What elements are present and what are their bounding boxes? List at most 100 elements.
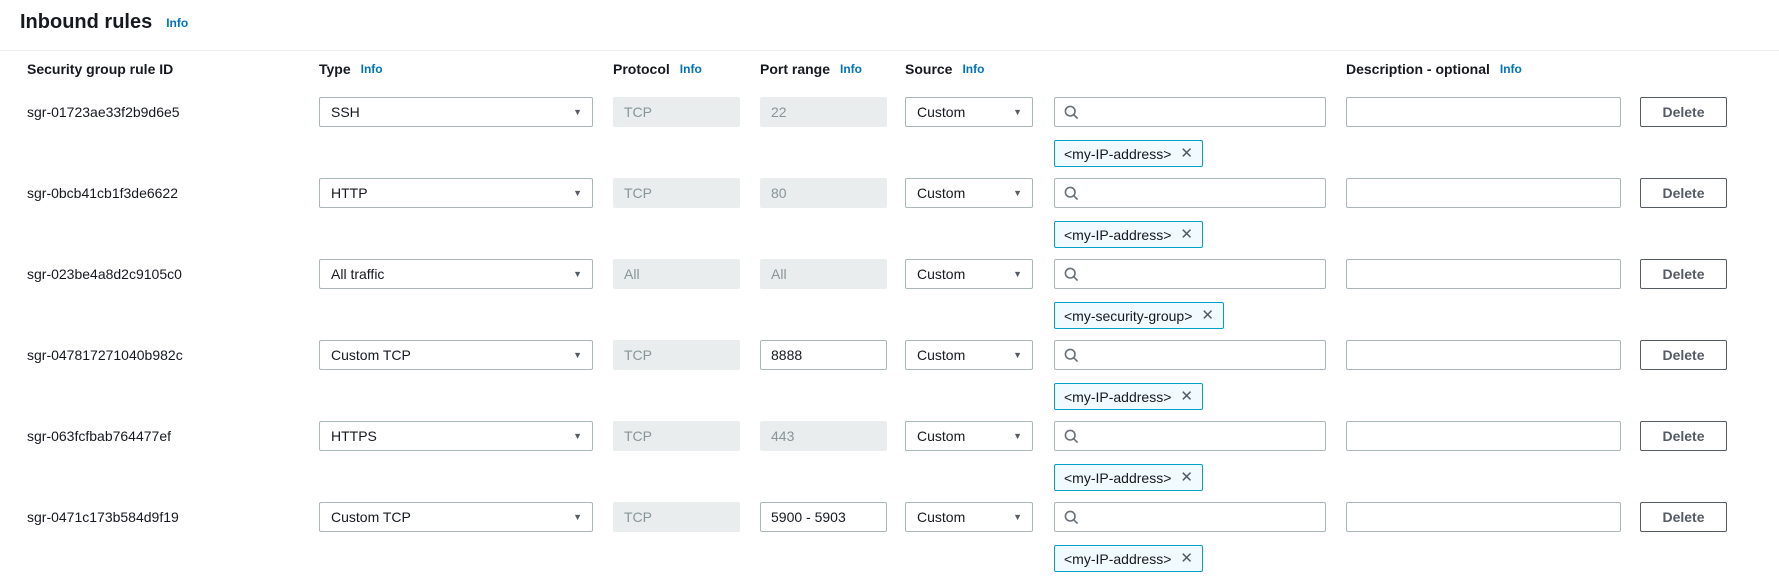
chevron-down-icon: ▼ bbox=[573, 511, 582, 522]
chevron-down-icon: ▼ bbox=[1013, 268, 1022, 279]
source-search-box[interactable] bbox=[1054, 97, 1326, 127]
type-select[interactable]: Custom TCP ▼ bbox=[319, 502, 593, 532]
source-search-input[interactable] bbox=[1086, 347, 1316, 363]
type-select[interactable]: Custom TCP ▼ bbox=[319, 340, 593, 370]
rule-id-text: sgr-01723ae33f2b9d6e5 bbox=[27, 104, 180, 120]
type-select[interactable]: SSH ▼ bbox=[319, 97, 593, 127]
source-info-link[interactable]: Info bbox=[962, 62, 984, 76]
search-icon bbox=[1064, 429, 1079, 443]
search-icon bbox=[1064, 348, 1079, 362]
column-header-description: Description - optional Info bbox=[1346, 61, 1621, 77]
source-select-value: Custom bbox=[917, 428, 966, 444]
delete-rule-button[interactable]: Delete bbox=[1640, 97, 1727, 127]
type-select[interactable]: All traffic ▼ bbox=[319, 259, 593, 289]
source-search-box[interactable] bbox=[1054, 421, 1326, 451]
chevron-down-icon: ▼ bbox=[573, 268, 582, 279]
type-select-value: Custom TCP bbox=[331, 509, 411, 525]
source-type-select[interactable]: Custom ▼ bbox=[905, 340, 1033, 370]
remove-token-icon[interactable]: ✕ bbox=[1201, 308, 1214, 323]
description-info-link[interactable]: Info bbox=[1500, 62, 1522, 76]
source-type-select[interactable]: Custom ▼ bbox=[905, 178, 1033, 208]
source-search-box[interactable] bbox=[1054, 259, 1326, 289]
port-range-input[interactable] bbox=[760, 502, 887, 532]
source-token: <my-IP-address> ✕ bbox=[1054, 140, 1203, 167]
protocol-input bbox=[613, 502, 740, 532]
source-token: <my-security-group> ✕ bbox=[1054, 302, 1224, 329]
column-header-protocol: Protocol Info bbox=[613, 61, 740, 77]
page-title: Inbound rules bbox=[20, 11, 153, 33]
source-type-select[interactable]: Custom ▼ bbox=[905, 502, 1033, 532]
delete-rule-button[interactable]: Delete bbox=[1640, 421, 1727, 451]
remove-token-icon[interactable]: ✕ bbox=[1180, 146, 1193, 161]
description-input[interactable] bbox=[1346, 340, 1621, 370]
protocol-input bbox=[613, 340, 740, 370]
source-token: <my-IP-address> ✕ bbox=[1054, 545, 1203, 572]
port-range-input bbox=[760, 97, 887, 127]
source-type-select[interactable]: Custom ▼ bbox=[905, 259, 1033, 289]
type-select[interactable]: HTTPS ▼ bbox=[319, 421, 593, 451]
source-search-input[interactable] bbox=[1086, 185, 1316, 201]
rule-row: sgr-063fcfbab764477ef HTTPS ▼ Custom ▼ D… bbox=[0, 421, 1779, 493]
description-input[interactable] bbox=[1346, 502, 1621, 532]
source-token-label: <my-security-group> bbox=[1064, 307, 1193, 324]
remove-token-icon[interactable]: ✕ bbox=[1180, 227, 1193, 242]
type-select-value: SSH bbox=[331, 104, 360, 120]
column-label-rule-id: Security group rule ID bbox=[27, 61, 174, 77]
rule-row: sgr-023be4a8d2c9105c0 All traffic ▼ Cust… bbox=[0, 259, 1779, 331]
source-search-box[interactable] bbox=[1054, 340, 1326, 370]
source-token: <my-IP-address> ✕ bbox=[1054, 383, 1203, 410]
source-type-select[interactable]: Custom ▼ bbox=[905, 97, 1033, 127]
type-select-value: HTTPS bbox=[331, 428, 377, 444]
source-select-value: Custom bbox=[917, 509, 966, 525]
description-input[interactable] bbox=[1346, 259, 1621, 289]
rule-row: sgr-0471c173b584d9f19 Custom TCP ▼ Custo… bbox=[0, 502, 1779, 574]
chevron-down-icon: ▼ bbox=[573, 430, 582, 441]
column-label-description: Description - optional bbox=[1346, 61, 1490, 77]
source-search-box[interactable] bbox=[1054, 502, 1326, 532]
source-token-label: <my-IP-address> bbox=[1064, 550, 1172, 567]
rule-row: sgr-0bcb41cb1f3de6622 HTTP ▼ Custom ▼ De… bbox=[0, 178, 1779, 250]
column-header-rule-id: Security group rule ID bbox=[27, 61, 173, 77]
remove-token-icon[interactable]: ✕ bbox=[1180, 470, 1193, 485]
source-select-value: Custom bbox=[917, 347, 966, 363]
source-token-label: <my-IP-address> bbox=[1064, 145, 1172, 162]
protocol-input bbox=[613, 97, 740, 127]
chevron-down-icon: ▼ bbox=[573, 187, 582, 198]
rule-row: sgr-01723ae33f2b9d6e5 SSH ▼ Custom ▼ Del… bbox=[0, 97, 1779, 169]
description-input[interactable] bbox=[1346, 97, 1621, 127]
port-range-info-link[interactable]: Info bbox=[840, 62, 862, 76]
source-search-input[interactable] bbox=[1086, 266, 1316, 282]
delete-rule-button[interactable]: Delete bbox=[1640, 340, 1727, 370]
source-token: <my-IP-address> ✕ bbox=[1054, 221, 1203, 248]
type-info-link[interactable]: Info bbox=[361, 62, 383, 76]
rule-id-text: sgr-0bcb41cb1f3de6622 bbox=[27, 185, 179, 201]
source-search-input[interactable] bbox=[1086, 509, 1316, 525]
port-range-input bbox=[760, 421, 887, 451]
description-input[interactable] bbox=[1346, 421, 1621, 451]
source-type-select[interactable]: Custom ▼ bbox=[905, 421, 1033, 451]
remove-token-icon[interactable]: ✕ bbox=[1180, 551, 1193, 566]
chevron-down-icon: ▼ bbox=[1013, 511, 1022, 522]
protocol-input bbox=[613, 421, 740, 451]
delete-rule-button[interactable]: Delete bbox=[1640, 178, 1727, 208]
source-token-label: <my-IP-address> bbox=[1064, 388, 1172, 405]
title-info-link[interactable]: Info bbox=[166, 16, 188, 30]
port-range-input[interactable] bbox=[760, 340, 887, 370]
type-select[interactable]: HTTP ▼ bbox=[319, 178, 593, 208]
source-search-input[interactable] bbox=[1086, 428, 1316, 444]
remove-token-icon[interactable]: ✕ bbox=[1180, 389, 1193, 404]
chevron-down-icon: ▼ bbox=[573, 349, 582, 360]
source-search-box[interactable] bbox=[1054, 178, 1326, 208]
search-icon bbox=[1064, 186, 1079, 200]
description-input[interactable] bbox=[1346, 178, 1621, 208]
source-search-input[interactable] bbox=[1086, 104, 1316, 120]
column-label-protocol: Protocol bbox=[613, 61, 670, 77]
search-icon bbox=[1064, 105, 1079, 119]
rule-id-text: sgr-047817271040b982c bbox=[27, 347, 183, 363]
protocol-info-link[interactable]: Info bbox=[680, 62, 702, 76]
chevron-down-icon: ▼ bbox=[1013, 106, 1022, 117]
rule-id-text: sgr-0471c173b584d9f19 bbox=[27, 509, 179, 525]
delete-rule-button[interactable]: Delete bbox=[1640, 259, 1727, 289]
delete-rule-button[interactable]: Delete bbox=[1640, 502, 1727, 532]
source-select-value: Custom bbox=[917, 185, 966, 201]
